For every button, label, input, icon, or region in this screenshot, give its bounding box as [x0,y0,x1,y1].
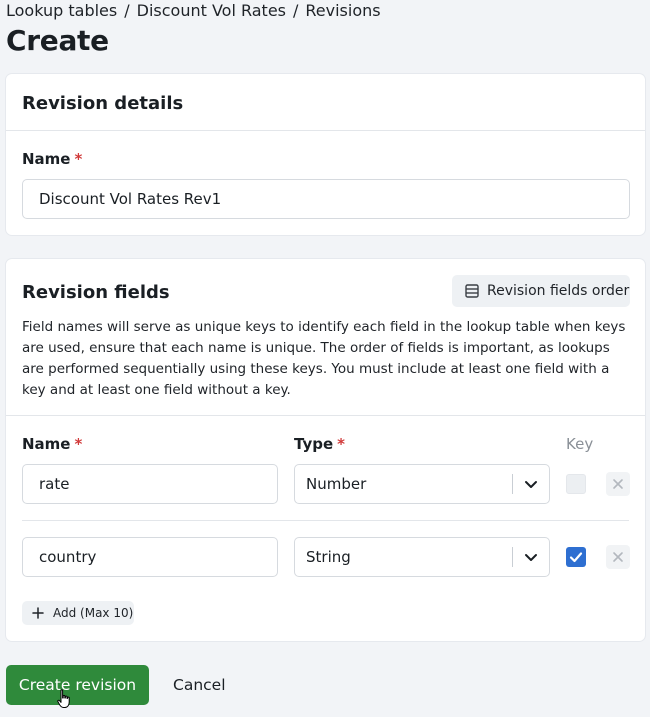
breadcrumb-discount-vol-rates[interactable]: Discount Vol Rates [137,1,286,20]
name-label-text: Name [22,150,71,168]
breadcrumb-separator: / [124,1,130,20]
revision-fields-order-button[interactable]: Revision fields order [452,275,630,307]
divider [6,415,645,416]
hand-cursor-icon [57,689,70,708]
breadcrumb-lookup-tables[interactable]: Lookup tables [6,1,117,20]
chevron-down-icon[interactable] [523,549,539,565]
revision-fields-card: Revision fields Revision fields order Fi… [6,259,645,641]
page-title: Create [6,24,109,57]
revision-fields-title: Revision fields [22,282,170,303]
field-name-input[interactable]: rate [22,464,278,504]
remove-field-button[interactable] [606,545,630,569]
revision-fields-description: Field names will serve as unique keys to… [22,319,626,398]
revision-details-card: Revision details Name * Discount Vol Rate… [6,74,645,235]
required-mark: * [74,435,83,453]
add-field-label: Add (Max 10) [53,606,134,620]
select-separator [512,474,513,494]
column-type-text: Type [294,435,334,453]
row-divider [22,520,629,521]
field-type-value: Number [306,475,367,493]
add-field-button[interactable]: Add (Max 10) [22,601,134,625]
key-checkbox[interactable] [566,474,586,494]
breadcrumb: Lookup tables / Discount Vol Rates / Revisio… [6,1,381,20]
close-icon [613,552,623,562]
revision-fields-order-label: Revision fields order [487,283,630,299]
column-name-text: Name [22,435,71,453]
revision-name-input[interactable]: Discount Vol Rates Rev1 [22,179,630,219]
cancel-button[interactable]: Cancel [173,665,226,705]
field-name-input[interactable]: country [22,537,278,577]
revision-details-title: Revision details [22,93,184,114]
chevron-down-icon[interactable] [523,476,539,492]
breadcrumb-revisions[interactable]: Revisions [305,1,380,20]
check-icon [569,552,583,563]
field-type-select[interactable]: String [294,537,550,577]
field-type-select[interactable]: Number [294,464,550,504]
name-label: Name * [22,150,82,168]
column-name-header: Name * [22,435,82,453]
column-type-header: Type * [294,435,345,453]
remove-field-button[interactable] [606,472,630,496]
key-checkbox[interactable] [566,547,586,567]
table-icon [465,284,479,298]
create-revision-button[interactable]: Create revision [6,665,149,705]
required-mark: * [337,435,345,453]
close-icon [613,479,623,489]
required-mark: * [74,150,83,168]
select-separator [512,547,513,567]
plus-icon [32,607,44,619]
breadcrumb-separator: / [293,1,299,20]
column-key-header: Key [566,435,594,453]
divider [6,130,645,131]
field-type-value: String [306,548,351,566]
